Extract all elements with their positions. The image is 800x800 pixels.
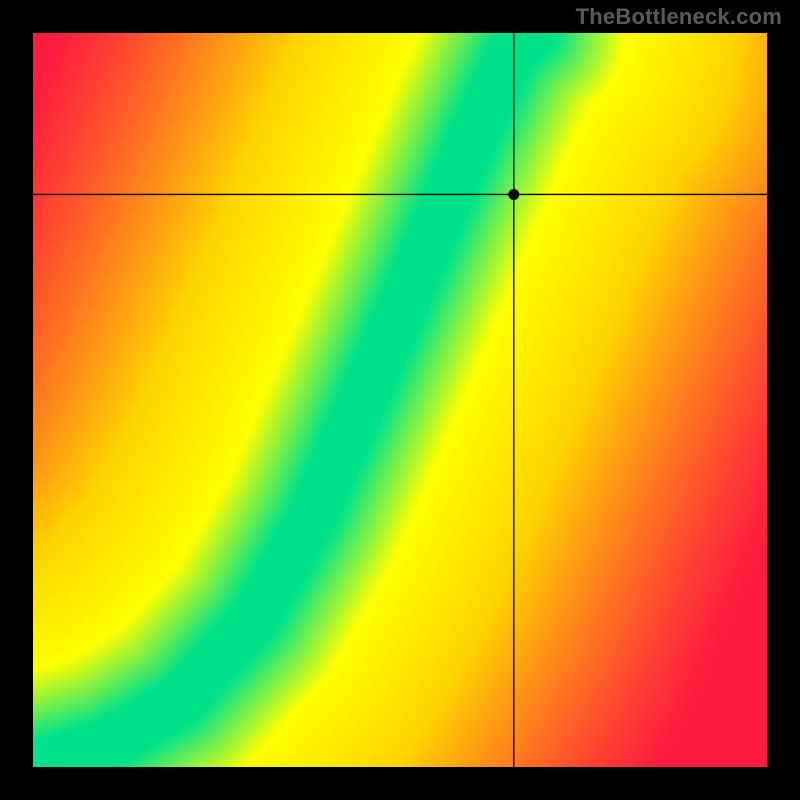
watermark-text: TheBottleneck.com bbox=[576, 4, 782, 30]
chart-frame: TheBottleneck.com bbox=[0, 0, 800, 800]
marker-dot bbox=[508, 189, 519, 200]
crosshair-overlay bbox=[33, 33, 767, 767]
heatmap-plot bbox=[33, 33, 767, 767]
